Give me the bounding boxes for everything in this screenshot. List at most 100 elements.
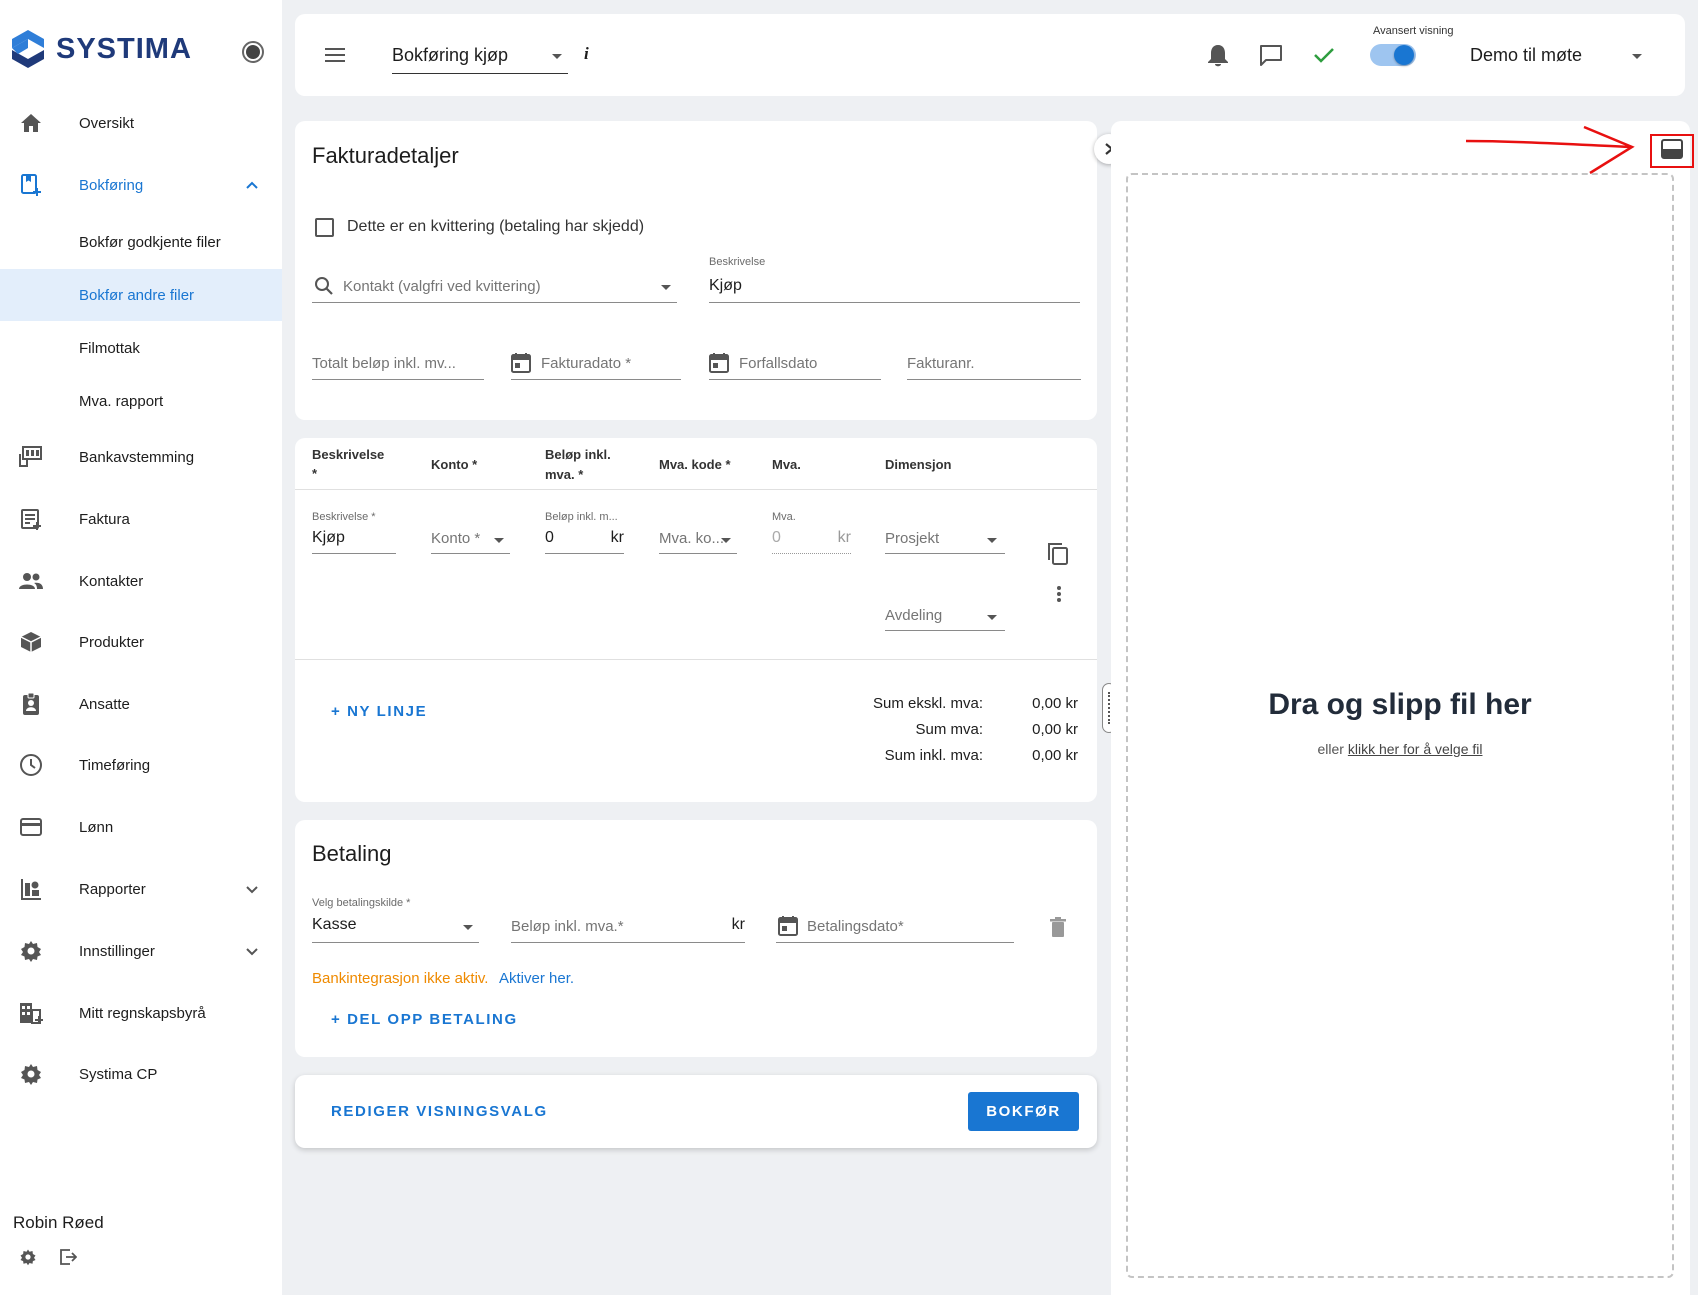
contact-placeholder: Kontakt (valgfri ved kvittering) bbox=[343, 278, 541, 295]
sidebar-item-kontakter[interactable]: Kontakter bbox=[0, 555, 282, 607]
contact-field[interactable]: Kontakt (valgfri ved kvittering) bbox=[312, 273, 677, 303]
sidebar-item-bokforing[interactable]: Bokføring bbox=[0, 159, 282, 211]
invoice-details-card: Fakturadetaljer Dette er en kvittering (… bbox=[295, 121, 1097, 420]
total-amount-field[interactable]: Totalt beløp inkl. mv... bbox=[312, 350, 484, 380]
sum-excl-vat-value: 0,00 kr bbox=[1032, 695, 1078, 712]
sidebar-item-mitt-regnskapsbyra[interactable]: Mitt regnskapsbyrå bbox=[0, 987, 282, 1039]
line-vat-code-field[interactable]: Mva. ko... bbox=[659, 526, 737, 554]
dropdown-arrow-icon bbox=[721, 538, 731, 543]
payment-amount-currency: kr bbox=[731, 916, 745, 933]
dropzone-title: Dra og slipp fil her bbox=[1268, 688, 1532, 721]
sidebar-item-systima-cp[interactable]: Systima CP bbox=[0, 1048, 282, 1100]
sidebar-item-mva-rapport[interactable]: Mva. rapport bbox=[0, 375, 282, 427]
sidebar-item-lonn[interactable]: Lønn bbox=[0, 801, 282, 853]
sidebar-item-label: Ansatte bbox=[79, 695, 130, 713]
sidebar-item-label: Timeføring bbox=[79, 756, 151, 774]
col-header-description-required: * bbox=[312, 466, 318, 481]
user-name: Robin Røed bbox=[13, 1213, 104, 1232]
sidebar-item-faktura[interactable]: Faktura bbox=[0, 493, 282, 545]
dropdown-arrow-icon bbox=[987, 538, 997, 543]
sidebar-item-oversikt[interactable]: Oversikt bbox=[0, 97, 282, 149]
action-footer: REDIGER VISNINGSVALG BOKFØR bbox=[295, 1075, 1097, 1148]
sidebar-item-timeforing[interactable]: Timeføring bbox=[0, 739, 282, 791]
chevron-down-icon bbox=[246, 886, 258, 894]
bank-integration-warning: Bankintegrasjon ikke aktiv. bbox=[312, 970, 489, 987]
chevron-down-icon bbox=[246, 948, 258, 956]
page-select-value: Bokføring kjøp bbox=[392, 45, 509, 65]
receipt-checkbox-label: Dette er en kvittering (betaling har skj… bbox=[347, 218, 645, 235]
sidebar-item-label: Rapporter bbox=[79, 880, 146, 898]
sidebar-item-ansatte[interactable]: Ansatte bbox=[0, 678, 282, 730]
payment-title: Betaling bbox=[312, 841, 392, 866]
sidebar-item-label: Produkter bbox=[79, 633, 145, 651]
menu-icon[interactable] bbox=[324, 47, 346, 63]
sidebar-item-filmottak[interactable]: Filmottak bbox=[0, 322, 282, 374]
select-file-link[interactable]: klikk her for å velge fil bbox=[1348, 741, 1483, 757]
copy-icon[interactable] bbox=[1047, 542, 1069, 566]
invoice-number-field[interactable]: Fakturanr. bbox=[907, 350, 1081, 380]
file-panel: Dra og slipp fil her eller klikk her for… bbox=[1111, 121, 1694, 1295]
sidebar-item-rapporter[interactable]: Rapporter bbox=[0, 863, 282, 915]
description-value: Kjøp bbox=[709, 277, 742, 294]
sum-incl-vat-label: Sum inkl. mva: bbox=[884, 747, 983, 764]
line-account-field[interactable]: Konto * bbox=[431, 526, 510, 554]
sidebar-item-bokfor-godkjente-filer[interactable]: Bokfør godkjente filer bbox=[0, 216, 282, 268]
sidebar-item-label: Bokfør andre filer bbox=[79, 286, 195, 304]
split-payment-button[interactable]: + DEL OPP BETALING bbox=[331, 1011, 518, 1028]
info-icon[interactable]: i bbox=[584, 44, 589, 64]
more-vertical-icon[interactable] bbox=[1056, 585, 1062, 603]
sidebar-item-innstillinger[interactable]: Innstillinger bbox=[0, 925, 282, 977]
line-project-field[interactable]: Prosjekt bbox=[885, 526, 1005, 554]
file-dropzone[interactable]: Dra og slipp fil her eller klikk her for… bbox=[1126, 173, 1674, 1278]
payment-card: Betaling Velg betalingskilde * Kasse Bel… bbox=[295, 820, 1097, 1057]
edit-view-options-button[interactable]: REDIGER VISNINGSVALG bbox=[331, 1103, 548, 1120]
line-department-field[interactable]: Avdeling bbox=[885, 603, 1005, 631]
sidebar-item-label: Filmottak bbox=[79, 339, 140, 357]
status-dot-icon[interactable] bbox=[242, 41, 264, 63]
sidebar-item-label: Mitt regnskapsbyrå bbox=[79, 1004, 206, 1022]
company-select[interactable]: Demo til møte bbox=[1470, 40, 1650, 74]
sidebar-item-bankavstemming[interactable]: Bankavstemming bbox=[0, 431, 282, 483]
due-date-field[interactable]: Forfallsdato bbox=[709, 350, 881, 380]
post-button[interactable]: BOKFØR bbox=[968, 1092, 1079, 1131]
user-settings-icon[interactable] bbox=[19, 1248, 37, 1266]
line-project-placeholder: Prosjekt bbox=[885, 530, 940, 547]
line-department-placeholder: Avdeling bbox=[885, 607, 943, 624]
bell-icon[interactable] bbox=[1207, 43, 1229, 68]
line-description-field[interactable]: Kjøp bbox=[312, 526, 396, 554]
add-line-button[interactable]: + NY LINJE bbox=[331, 703, 427, 720]
line-description-value: Kjøp bbox=[312, 529, 345, 546]
chat-icon[interactable] bbox=[1259, 44, 1283, 66]
search-icon bbox=[315, 277, 333, 295]
payment-amount-field[interactable]: Beløp inkl. mva.* kr bbox=[511, 912, 745, 943]
col-header-amount-vat: mva. * bbox=[545, 467, 584, 482]
advanced-view-toggle[interactable] bbox=[1370, 44, 1416, 66]
description-field[interactable]: Kjøp bbox=[709, 273, 1080, 303]
sidebar-item-bokfor-andre-filer[interactable]: Bokfør andre filer bbox=[0, 269, 282, 321]
brand-logo[interactable]: SYSTIMA bbox=[10, 28, 192, 70]
line-amount-value: 0 bbox=[545, 529, 554, 546]
activate-bank-link[interactable]: Aktiver her. bbox=[499, 970, 574, 987]
invoice-details-title: Fakturadetaljer bbox=[312, 143, 459, 168]
sidebar-item-label: Bokfør godkjente filer bbox=[79, 233, 221, 251]
gear-icon bbox=[19, 1062, 43, 1086]
payment-source-label: Velg betalingskilde * bbox=[312, 897, 411, 909]
receipt-checkbox[interactable] bbox=[315, 218, 334, 237]
line-amount-field[interactable]: 0 kr bbox=[545, 526, 624, 554]
line-amount-currency: kr bbox=[610, 529, 624, 546]
card-icon bbox=[19, 815, 43, 839]
sidebar-item-produkter[interactable]: Produkter bbox=[0, 616, 282, 668]
trash-icon[interactable] bbox=[1050, 917, 1066, 937]
payment-date-placeholder: Betalingsdato* bbox=[807, 918, 904, 935]
dropdown-arrow-icon bbox=[661, 285, 671, 290]
payment-source-select[interactable]: Kasse bbox=[312, 912, 479, 943]
sidebar: SYSTIMA Oversikt Bokføring Bokfør godkje… bbox=[0, 0, 282, 1295]
sidebar-item-label: Systima CP bbox=[79, 1065, 158, 1083]
bank-reconcile-icon bbox=[19, 445, 43, 469]
invoice-date-field[interactable]: Fakturadato * bbox=[511, 350, 681, 380]
split-view-icon[interactable] bbox=[1661, 139, 1683, 159]
dropdown-arrow-icon bbox=[552, 54, 562, 59]
logout-icon[interactable] bbox=[60, 1249, 77, 1265]
payment-date-field[interactable]: Betalingsdato* bbox=[776, 912, 1014, 943]
page-select[interactable]: Bokføring kjøp bbox=[392, 40, 568, 74]
